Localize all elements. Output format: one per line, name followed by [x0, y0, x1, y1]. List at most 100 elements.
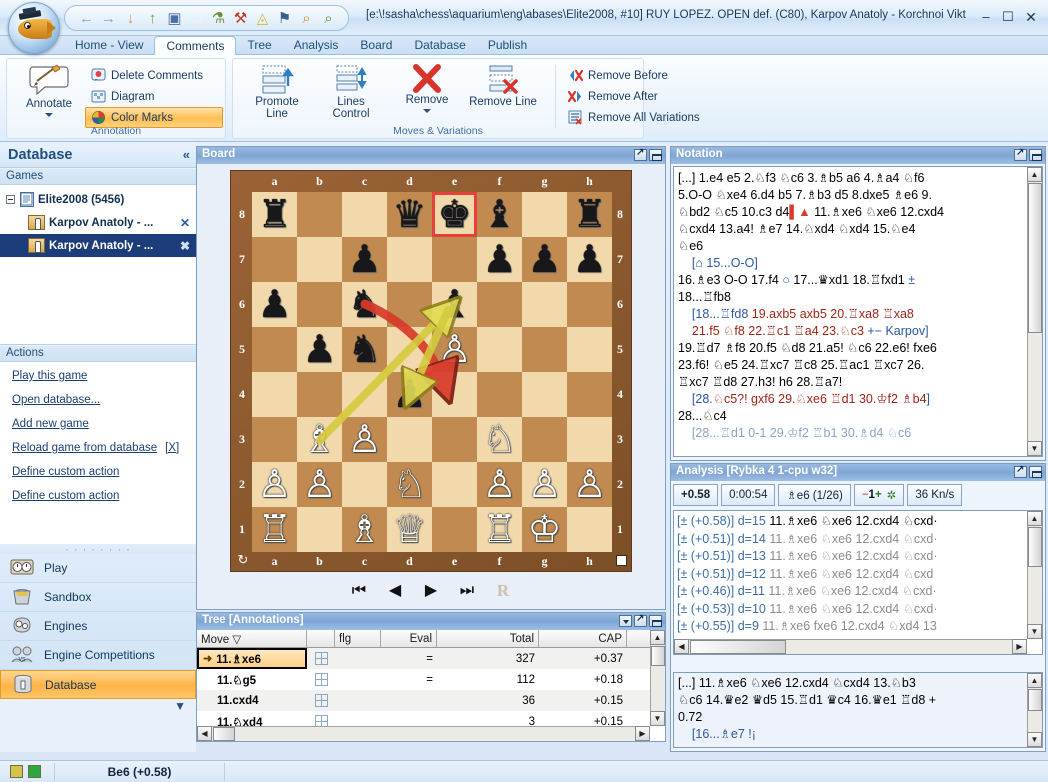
notation-line[interactable]: 23.f6! ♘e5 24.♖xc7 ♖c8 25.♖ac1 ♖xc7 26. [678, 357, 1027, 374]
board-restore-button[interactable] [634, 147, 647, 161]
depth-controls-button[interactable]: −1 + ✲ [853, 484, 905, 506]
tree-move-cell[interactable]: 11.♘g5 [197, 673, 307, 687]
board-minimize-button[interactable] [649, 149, 662, 161]
annotate-button[interactable]: Annotate [13, 64, 85, 117]
analysis-line[interactable]: [± (+0.51)] d=12 11.♗xe6 ♘xe6 12.cxd4 ♘c… [674, 566, 1042, 584]
replay-button[interactable]: R [494, 582, 512, 600]
action-link-play-this-game[interactable]: Play this game [12, 370, 87, 382]
save-icon[interactable]: ▣ [165, 9, 184, 28]
notation-line[interactable]: 5.O-O ♘xe4 6.d4 b5 7.♗b3 d5 8.dxe5 ♗e6 9… [678, 187, 1027, 204]
analysis-scroll-down-button[interactable]: ▼ [1027, 624, 1042, 639]
nav-item-database[interactable]: Database [0, 670, 196, 699]
remove-after-button[interactable]: Remove After [562, 86, 731, 107]
analysis-line[interactable]: [± (+0.46)] d=11 11.♗xe6 ♘xe6 12.cxd4 ♘c… [674, 583, 1042, 601]
analysis-lines-list[interactable]: [± (+0.58)] d=15 11.♗xe6 ♘xe6 12.cxd4 ♘c… [673, 510, 1043, 655]
close-game-icon[interactable]: ✕ [180, 216, 190, 230]
notation-scroll-down-button[interactable]: ▼ [1027, 441, 1042, 456]
nav-item-sandbox[interactable]: Sandbox [0, 583, 196, 612]
close-game-icon[interactable]: ✖ [180, 239, 190, 253]
expander-collapse-icon[interactable] [6, 195, 15, 204]
analysis-scroll-thumb[interactable] [1028, 527, 1042, 567]
analysis-scroll-left-button[interactable]: ◀ [674, 639, 689, 654]
analysis-minimize-button[interactable] [1029, 466, 1042, 478]
analysis-restore-button[interactable] [1014, 464, 1027, 478]
tree-row[interactable]: 11.cxd4 36 +0.15 [197, 690, 665, 711]
new-document-icon[interactable]: ⎕ [187, 9, 206, 28]
tree-column-header-move[interactable]: Move ▽ [197, 630, 307, 647]
previous-move-button[interactable]: ◀ [386, 582, 404, 600]
elapsed-time-button[interactable]: 0:00:54 [721, 484, 776, 506]
notation-line[interactable]: ♖xc7 ♖d8 27.h3! h6 28.♖a7! [678, 374, 1027, 391]
download-icon[interactable]: ↓ [121, 9, 140, 28]
analysis-horizontal-scrollbar[interactable]: ◀ ▶ [674, 639, 1027, 654]
tree-move-cell[interactable]: 11.cxd4 [197, 695, 307, 707]
chess-flag-icon[interactable]: ⚑ [275, 9, 294, 28]
nav-item-engine-competitions[interactable]: vs Engine Competitions [0, 641, 196, 670]
action-link-define-custom-action[interactable]: Define custom action [12, 466, 119, 478]
action-link-define-custom-action[interactable]: Define custom action [12, 490, 119, 502]
game-node[interactable]: Karpov Anatoly - ... ✖ [0, 234, 196, 257]
lines-control-button[interactable]: Lines Control [315, 64, 387, 120]
sidebar-collapse-icon[interactable]: « [183, 147, 190, 162]
notation-minimize-button[interactable] [1029, 149, 1042, 161]
tree-column-header-flg[interactable]: flg [335, 630, 381, 647]
tree-restore-button[interactable] [634, 613, 647, 627]
notation-line[interactable]: [28.♘c5?! gxf6 29.♘xe6 ♖d1 30.♔f2 ♗b4] [678, 391, 1027, 408]
action-link-add-new-game[interactable]: Add new game [12, 418, 89, 430]
tree-column-header-total[interactable]: Total [437, 630, 539, 647]
back-arrow-icon[interactable]: ← [77, 9, 96, 28]
tree-column-header-eval[interactable]: Eval [381, 630, 437, 647]
remove-line-button[interactable]: Remove Line [461, 64, 545, 108]
notation-vertical-scrollbar[interactable]: ▲ ▼ [1027, 167, 1042, 456]
tab-board[interactable]: Board [349, 36, 403, 55]
close-button[interactable]: ✕ [1023, 10, 1039, 25]
tab-publish[interactable]: Publish [477, 36, 538, 55]
flip-board-icon[interactable]: ↻ [235, 552, 251, 568]
notation-line[interactable]: 28...♘c4 [678, 408, 1027, 425]
notation-line[interactable]: [28...♖d1 0-1 29.♔f2 ♖b1 30.♗d4 ♘c6 [678, 425, 1027, 442]
chessboard[interactable]: ♜ ♛ ♚ ♝ ♜ ♟ ♟ ♟ ♟ ♟ ♞ ♝ ♟ ♞ ♙ ♟ ♗ ♙ ♘ ♙ ♙ ♘ ♙ ♙ ♙ ♖ ♗ ♕ ♖ ♔ ↻ [230, 170, 632, 572]
reload-shortcut-tag[interactable]: [X] [165, 442, 179, 454]
remove-before-button[interactable]: Remove Before [562, 65, 731, 86]
notation-scroll-up-button[interactable]: ▲ [1027, 167, 1042, 182]
analysis-flask-icon[interactable]: ⚗ [209, 9, 228, 28]
analysis-detail-scrollbar[interactable]: ▲ ▼ [1027, 673, 1042, 747]
search-annotation-icon[interactable]: ⌕ [319, 9, 338, 28]
remove-button[interactable]: Remove [391, 64, 463, 113]
analysis-line[interactable]: [± (+0.55)] d=9 11.♗xe6 fxe6 12.cxd4 ♘xd… [674, 618, 1042, 636]
analysis-line[interactable]: [± (+0.58)] d=15 11.♗xe6 ♘xe6 12.cxd4 ♘c… [674, 513, 1042, 531]
notation-line[interactable]: 16.♗e3 O-O 17.f4 ○ 17...♛xd1 18.♖fxd1 ± [678, 272, 1027, 289]
notation-line[interactable]: [⌂ 15...O-O] [678, 255, 1027, 272]
analysis-detail-text[interactable]: [...] 11.♗xe6 ♘xe6 12.cxd4 ♘cxd4 13.♘b3 ♘… [673, 672, 1043, 748]
analysis-line[interactable]: [± (+0.51)] d=13 11.♗xe6 ♘xe6 12.cxd4 ♘c… [674, 548, 1042, 566]
notation-line[interactable]: ♘e6 [678, 238, 1027, 255]
notation-line[interactable]: ♘cxd4 13.a4! ♗e7 14.♘xd4 ♘xd4 15.♘e4 [678, 221, 1027, 238]
tree-scroll-left-button[interactable]: ◀ [197, 726, 212, 741]
notation-line[interactable]: ♘bd2 ♘c5 10.c3 d4▌▲ 11.♗xe6 ♘xe6 12.cxd4 [678, 204, 1027, 221]
notation-line[interactable]: 21.f5 ♘f8 22.♖c1 ♖a4 23.♘c3 +− Karpov] [678, 323, 1027, 340]
analysis-hscroll-thumb[interactable] [690, 640, 786, 654]
notation-line[interactable]: 19.♖d7 ♗f8 20.f5 ♘d8 21.a5! ♘c6 22.e6! f… [678, 340, 1027, 357]
upload-icon[interactable]: ↑ [143, 9, 162, 28]
detail-scroll-up-button[interactable]: ▲ [1027, 673, 1042, 688]
nav-item-play[interactable]: Play [0, 554, 196, 583]
tree-scroll-down-button[interactable]: ▼ [650, 711, 665, 726]
first-move-button[interactable]: ⏮ [350, 582, 368, 600]
tree-column-header-cap[interactable]: CAP [539, 630, 627, 647]
tree-hscroll-thumb[interactable] [213, 727, 235, 741]
analysis-line[interactable]: [± (+0.53)] d=10 11.♗xe6 ♘xe6 12.cxd4 ♘c… [674, 601, 1042, 619]
notation-restore-button[interactable] [1014, 147, 1027, 161]
tree-dropdown-button[interactable] [619, 615, 632, 627]
speed-button[interactable]: 36 Kn/s [907, 484, 963, 506]
notation-line[interactable]: [18...♖fd8 19.axb5 axb5 20.♖xa8 ♖xa8 [678, 306, 1027, 323]
eval-score-button[interactable]: +0.58 [673, 484, 719, 506]
current-move-button[interactable]: ♗e6 (1/26) [778, 484, 851, 506]
action-link-open-database[interactable]: Open database... [12, 394, 100, 406]
microscope-icon[interactable]: ⚒ [231, 9, 250, 28]
panel-gripper[interactable]: · · · · · · · · [0, 544, 196, 556]
analysis-scroll-right-button[interactable]: ▶ [1012, 639, 1027, 654]
next-move-button[interactable]: ▶ [422, 582, 440, 600]
detail-scroll-thumb[interactable] [1028, 689, 1042, 711]
analysis-scroll-up-button[interactable]: ▲ [1027, 511, 1042, 526]
tab-home-view[interactable]: Home - View [64, 36, 154, 55]
